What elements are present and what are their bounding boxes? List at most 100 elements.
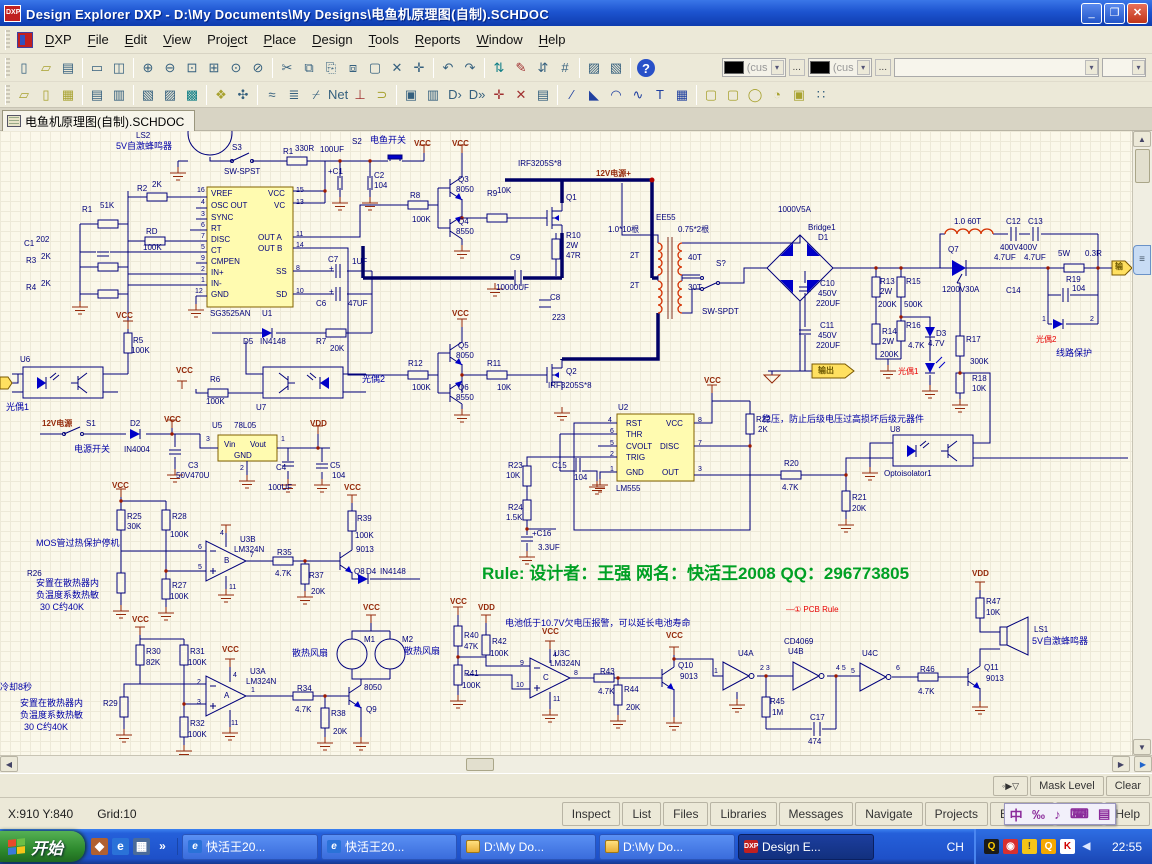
ime-toolbar[interactable]: 中‰♪⌨▤ bbox=[1004, 803, 1116, 825]
zoom-area-icon[interactable]: ⊡ bbox=[181, 57, 203, 78]
color-combo-2[interactable]: (cus ▾ bbox=[808, 58, 872, 77]
mask-level-button[interactable]: Mask Level bbox=[1030, 776, 1104, 796]
chevron-down-icon[interactable]: ▾ bbox=[1132, 60, 1145, 75]
save-all-icon[interactable]: ▦ bbox=[57, 84, 79, 105]
menu-design[interactable]: Design bbox=[304, 29, 360, 50]
task-button[interactable]: D:\My Do... bbox=[460, 834, 596, 860]
menu-help[interactable]: Help bbox=[531, 29, 574, 50]
tray-icon[interactable]: Q bbox=[1041, 839, 1056, 854]
scroll-down-icon[interactable]: ▼ bbox=[1133, 739, 1151, 755]
zoom-document-icon[interactable]: ⊞ bbox=[203, 57, 225, 78]
tab-schematic-document[interactable]: 电鱼机原理图(自制).SCHDOC bbox=[2, 110, 195, 131]
menu-tools[interactable]: Tools bbox=[361, 29, 407, 50]
grid-settings-icon[interactable]: # bbox=[554, 57, 576, 78]
undo-icon[interactable]: ↶ bbox=[437, 57, 459, 78]
graphic-icon[interactable]: ▣ bbox=[788, 84, 810, 105]
save-icon[interactable]: ▤ bbox=[57, 57, 79, 78]
ime-icon[interactable]: ▤ bbox=[1098, 806, 1110, 822]
annotate-icon[interactable]: ⇵ bbox=[532, 57, 554, 78]
net-label-icon[interactable]: Net bbox=[327, 84, 349, 105]
edit-sheet-icon[interactable]: ▨ bbox=[159, 84, 181, 105]
scroll-right-icon[interactable]: ▶ bbox=[1112, 756, 1130, 772]
copy-sheet-icon[interactable]: ▧ bbox=[137, 84, 159, 105]
zoom-selection-icon[interactable]: ⊙ bbox=[225, 57, 247, 78]
color-more-button-1[interactable]: ... bbox=[789, 59, 805, 76]
scroll-corner-icon[interactable]: ▶ bbox=[1134, 756, 1152, 772]
no-erc-icon[interactable]: ✕ bbox=[510, 84, 532, 105]
ime-icon[interactable]: ‰ bbox=[1032, 807, 1045, 822]
panel-button-list[interactable]: List bbox=[622, 802, 661, 826]
cut-icon[interactable]: ✂ bbox=[276, 57, 298, 78]
ellipse-icon[interactable]: ◯ bbox=[744, 84, 766, 105]
mask-a-icon[interactable]: ▨ bbox=[583, 57, 605, 78]
select-area-icon[interactable]: ▢ bbox=[364, 57, 386, 78]
print-icon[interactable]: ▭ bbox=[86, 57, 108, 78]
tray-icon[interactable]: K bbox=[1060, 839, 1075, 854]
color-more-button-2[interactable]: ... bbox=[875, 59, 891, 76]
chevron-down-icon[interactable]: ▾ bbox=[857, 60, 870, 75]
sheet-symbol-icon[interactable]: ▣ bbox=[400, 84, 422, 105]
task-button[interactable]: DXPDesign E... bbox=[738, 834, 874, 860]
tray-icon[interactable]: Q bbox=[984, 839, 999, 854]
scroll-left-icon[interactable]: ◀ bbox=[0, 756, 18, 772]
tray-icon[interactable]: ! bbox=[1022, 839, 1037, 854]
panel-button-inspect[interactable]: Inspect bbox=[562, 802, 621, 826]
open-project-icon[interactable]: ▱ bbox=[13, 84, 35, 105]
menu-place[interactable]: Place bbox=[256, 29, 305, 50]
cross-select-icon[interactable]: ⇅ bbox=[488, 57, 510, 78]
arc-icon[interactable]: ◠ bbox=[605, 84, 627, 105]
mask-b-icon[interactable]: ▧ bbox=[605, 57, 627, 78]
bezier-icon[interactable]: ∿ bbox=[627, 84, 649, 105]
gnd-port-icon[interactable]: ⊥ bbox=[349, 84, 371, 105]
quicklaunch-ie-icon[interactable]: e bbox=[112, 838, 129, 855]
paste-array-icon[interactable]: ⧈ bbox=[342, 57, 364, 78]
toolbar-grip[interactable] bbox=[5, 58, 10, 78]
tray-icon[interactable]: ◀ bbox=[1079, 839, 1094, 854]
wire-icon[interactable]: ≈ bbox=[261, 84, 283, 105]
port-icon[interactable]: D› bbox=[444, 84, 466, 105]
bus-entry-icon[interactable]: ⌿ bbox=[305, 84, 327, 105]
help-icon[interactable]: ? bbox=[637, 59, 655, 77]
panel-button-messages[interactable]: Messages bbox=[779, 802, 854, 826]
toolbar-grip[interactable] bbox=[5, 85, 10, 105]
text-frame-icon[interactable]: ▦ bbox=[671, 84, 693, 105]
restore-button[interactable]: ❐ bbox=[1104, 3, 1125, 24]
new-document-icon[interactable]: ▯ bbox=[13, 57, 35, 78]
menu-view[interactable]: View bbox=[155, 29, 199, 50]
new-design-icon[interactable]: ▯ bbox=[35, 84, 57, 105]
run-tools-icon[interactable]: ✣ bbox=[232, 84, 254, 105]
close-button[interactable]: ✕ bbox=[1127, 3, 1148, 24]
color-combo-1[interactable]: (cus ▾ bbox=[722, 58, 786, 77]
panel-button-navigate[interactable]: Navigate bbox=[855, 802, 922, 826]
menu-window[interactable]: Window bbox=[468, 29, 530, 50]
clear-button[interactable]: Clear bbox=[1106, 776, 1150, 796]
toolbar-grip[interactable] bbox=[5, 30, 10, 50]
copy-icon[interactable]: ⧉ bbox=[298, 57, 320, 78]
move-icon[interactable]: ✛ bbox=[408, 57, 430, 78]
zoom-out-icon[interactable]: ⊖ bbox=[159, 57, 181, 78]
smart-paste-icon[interactable]: ∷ bbox=[810, 84, 832, 105]
redo-icon[interactable]: ↷ bbox=[459, 57, 481, 78]
language-indicator[interactable]: CH bbox=[937, 840, 974, 854]
hscroll-thumb[interactable] bbox=[466, 758, 494, 771]
task-button[interactable]: e快活王20... bbox=[321, 834, 457, 860]
bus-icon[interactable]: ≣ bbox=[283, 84, 305, 105]
filter-off-icon[interactable]: ⊘ bbox=[247, 57, 269, 78]
new-sheet-icon[interactable]: ▩ bbox=[181, 84, 203, 105]
paste-icon[interactable]: ⎘ bbox=[320, 57, 342, 78]
panel-button-projects[interactable]: Projects bbox=[925, 802, 988, 826]
line-icon[interactable]: ∕ bbox=[561, 84, 583, 105]
junction-icon[interactable]: ✛ bbox=[488, 84, 510, 105]
round-rectangle-icon[interactable]: ▢ bbox=[722, 84, 744, 105]
pie-icon[interactable]: ◔ bbox=[766, 84, 788, 105]
panel-flyout-tab[interactable]: ≡ bbox=[1133, 245, 1151, 275]
vscroll-thumb[interactable] bbox=[1135, 149, 1150, 183]
zoom-in-icon[interactable]: ⊕ bbox=[137, 57, 159, 78]
start-button[interactable]: 开始 bbox=[0, 831, 85, 862]
sheet-b-icon[interactable]: ▥ bbox=[108, 84, 130, 105]
task-button[interactable]: D:\My Do... bbox=[599, 834, 735, 860]
menu-dxp[interactable]: DXP bbox=[37, 29, 80, 50]
polygon-icon[interactable]: ◣ bbox=[583, 84, 605, 105]
horizontal-scrollbar[interactable]: ◀ ▶ ▶ bbox=[0, 755, 1152, 773]
minimize-button[interactable]: _ bbox=[1081, 3, 1102, 24]
